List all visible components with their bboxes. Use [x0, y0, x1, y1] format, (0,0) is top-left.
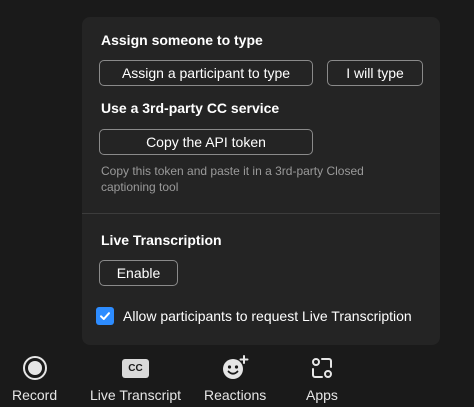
cc-settings-panel: Assign someone to type Assign a particip… [82, 17, 440, 345]
live-transcript-button[interactable]: CC Live Transcript [90, 354, 181, 403]
assign-title: Assign someone to type [101, 32, 263, 48]
third-party-title: Use a 3rd-party CC service [101, 100, 280, 116]
reactions-icon [220, 354, 250, 382]
record-label: Record [12, 387, 58, 403]
assign-participant-button[interactable]: Assign a participant to type [99, 60, 313, 86]
reactions-label: Reactions [204, 387, 267, 403]
checkmark-icon [100, 312, 110, 320]
i-will-type-button[interactable]: I will type [327, 60, 423, 86]
allow-request-row[interactable]: Allow participants to request Live Trans… [96, 307, 412, 325]
reactions-button[interactable]: Reactions [204, 354, 266, 403]
record-button[interactable]: Record [12, 354, 57, 403]
record-icon [22, 354, 48, 382]
cc-badge: CC [122, 358, 150, 378]
live-transcript-label: Live Transcript [90, 387, 182, 403]
allow-request-label: Allow participants to request Live Trans… [123, 308, 412, 324]
section-divider [82, 213, 440, 214]
copy-api-token-button[interactable]: Copy the API token [99, 129, 313, 155]
enable-live-transcription-button[interactable]: Enable [99, 260, 178, 286]
cc-icon: CC [122, 354, 150, 382]
apps-button[interactable]: Apps [306, 354, 338, 403]
allow-request-checkbox[interactable] [96, 307, 114, 325]
apps-icon [309, 354, 335, 382]
copy-token-hint: Copy this token and paste it in a 3rd-pa… [101, 164, 364, 194]
apps-label: Apps [306, 387, 338, 403]
live-transcription-title: Live Transcription [101, 232, 222, 248]
meeting-toolbar: Record CC Live Transcript Reactions Apps [0, 348, 474, 407]
